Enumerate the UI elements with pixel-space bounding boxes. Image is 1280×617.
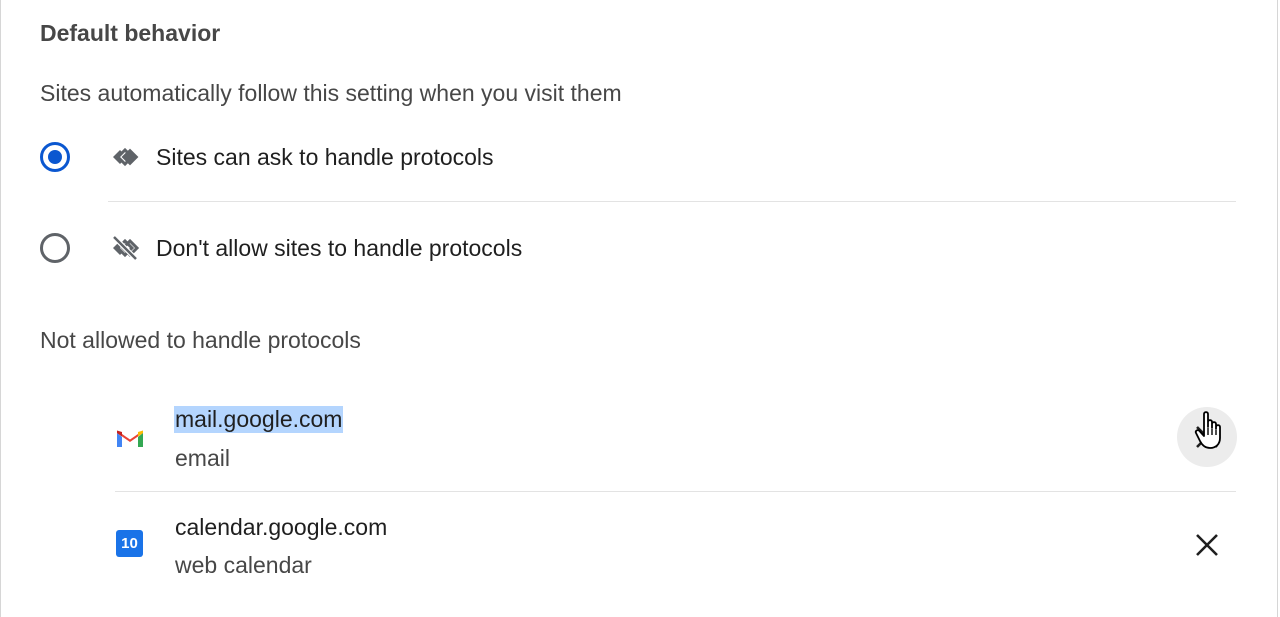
close-icon bbox=[1196, 534, 1218, 556]
radio-button-block[interactable] bbox=[40, 233, 70, 263]
radio-button-allow[interactable] bbox=[40, 142, 70, 172]
site-protocol: web calendar bbox=[175, 552, 312, 578]
divider bbox=[115, 491, 1236, 492]
site-row-calendar: 10 calendar.google.com web calendar bbox=[1, 495, 1241, 595]
divider bbox=[108, 201, 1236, 202]
gmail-icon bbox=[117, 430, 143, 447]
hand-cursor-icon bbox=[1194, 411, 1221, 449]
radio-label-block: Don't allow sites to handle protocols bbox=[156, 235, 523, 261]
site-protocol: email bbox=[175, 445, 230, 471]
radio-option-allow[interactable]: Sites can ask to handle protocols bbox=[1, 127, 1241, 187]
section-title: Default behavior bbox=[40, 20, 221, 46]
list-header: Not allowed to handle protocols bbox=[40, 327, 361, 353]
google-calendar-icon: 10 bbox=[116, 530, 143, 557]
protocol-handler-icon bbox=[113, 147, 139, 167]
radio-label-allow: Sites can ask to handle protocols bbox=[156, 144, 494, 170]
remove-button[interactable] bbox=[1177, 515, 1237, 575]
protocol-handler-off-icon bbox=[112, 235, 140, 261]
radio-option-block[interactable]: Don't allow sites to handle protocols bbox=[1, 218, 1241, 278]
settings-panel: Default behavior Sites automatically fol… bbox=[0, 0, 1278, 617]
section-description: Sites automatically follow this setting … bbox=[40, 80, 622, 106]
site-row-mail: mail.google.com email bbox=[1, 388, 1241, 488]
site-name: mail.google.com bbox=[174, 406, 344, 433]
site-name: calendar.google.com bbox=[175, 514, 388, 540]
